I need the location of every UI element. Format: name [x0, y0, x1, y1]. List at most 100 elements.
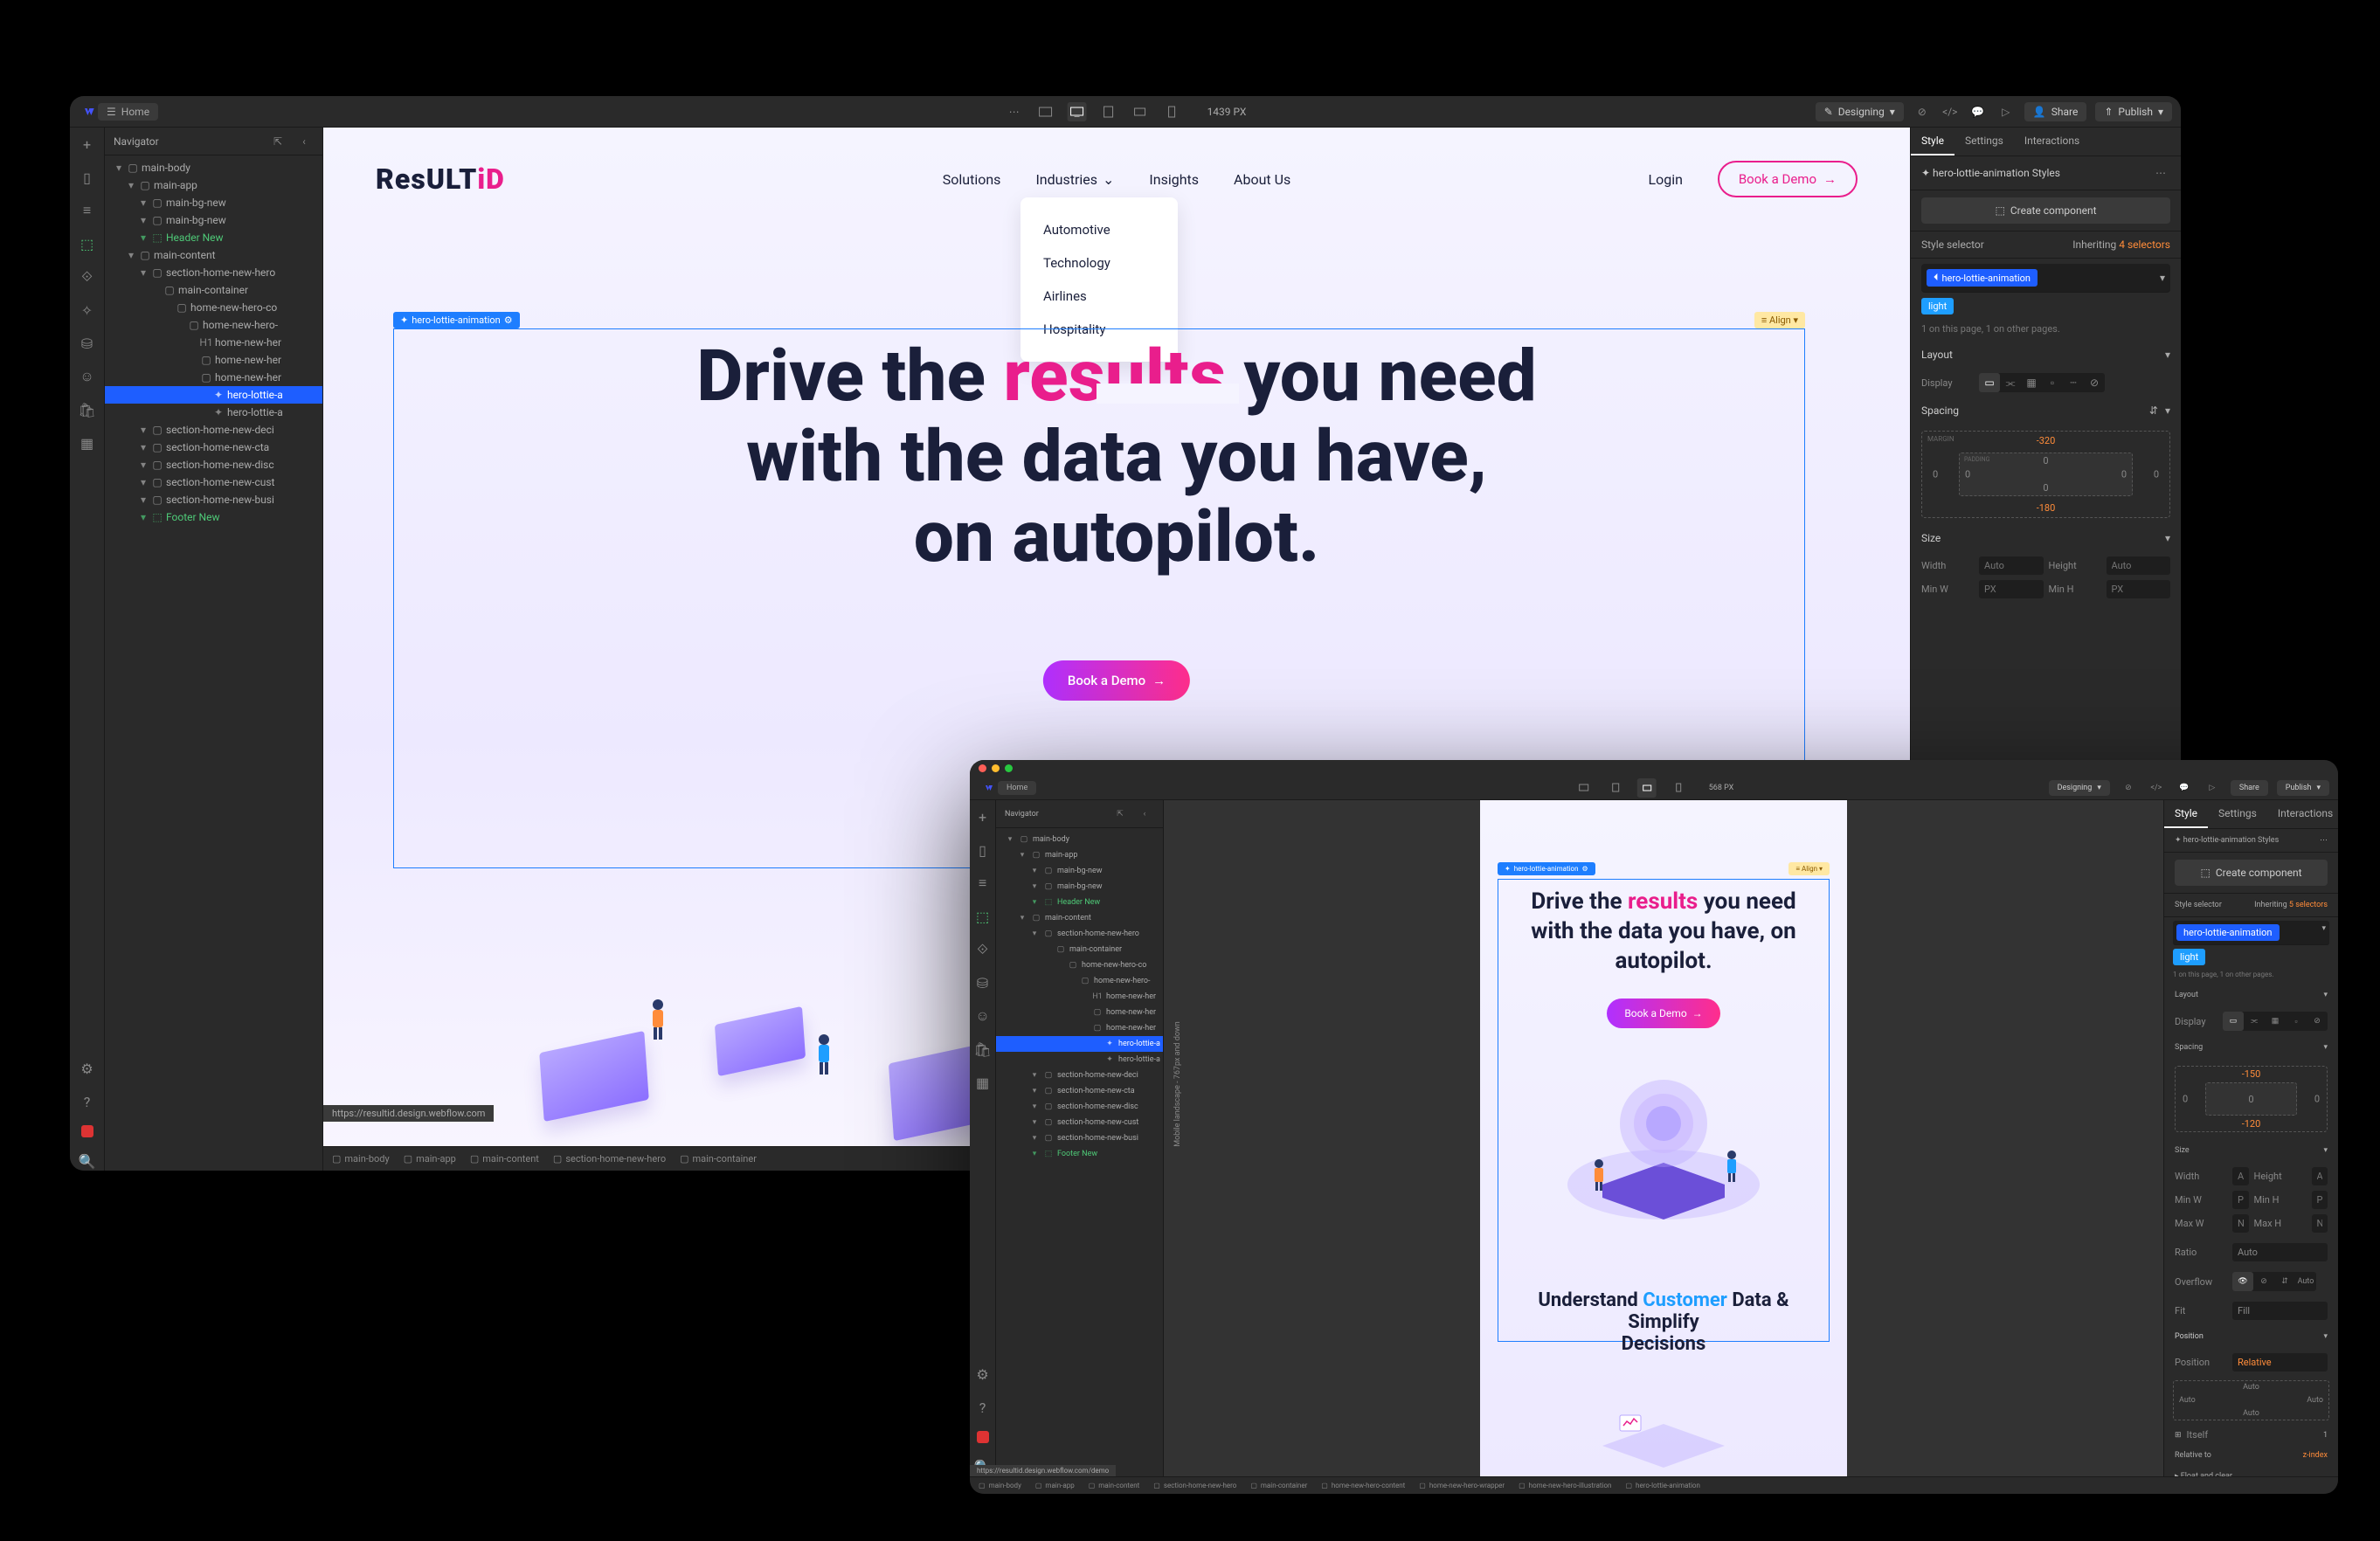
tree-item[interactable]: ▢home-new-her	[105, 369, 322, 386]
navigator-tree[interactable]: ▾ ▢main-body▾ ▢main-app▾ ▢main-bg-new▾ ▢…	[105, 155, 322, 1171]
tree-item[interactable]: ▾ ▢section-home-new-deci	[105, 421, 322, 439]
pos-top[interactable]: Auto	[2243, 1383, 2259, 1392]
breadcrumb-item[interactable]: ▢ home-new-hero-content	[1321, 1482, 1405, 1489]
navigator-icon[interactable]: ≡	[78, 201, 97, 220]
spacing-editor[interactable]: MARGIN -320 -180 0 0 PADDING 0 0 0 0	[1921, 431, 2170, 518]
breakpoint-desktop-icon[interactable]	[1068, 102, 1087, 121]
preview-icon[interactable]: ▷	[2203, 778, 2222, 798]
display-inline-block-icon[interactable]: ▫	[2042, 373, 2063, 392]
display-segmented[interactable]: ▭⫘▦▫⊘	[2223, 1012, 2328, 1031]
traffic-min-icon[interactable]	[992, 764, 1000, 772]
margin-left-value[interactable]: 0	[2183, 1094, 2188, 1105]
ecommerce-icon[interactable]: 🛍	[78, 400, 97, 419]
preview-icon[interactable]: ▷	[1996, 102, 2016, 121]
navigator-icon[interactable]: ≡	[973, 874, 993, 893]
style-tab[interactable]: Interactions	[2267, 800, 2338, 828]
display-block-icon[interactable]: ▭	[2223, 1012, 2244, 1031]
tree-item[interactable]: ▾ ▢section-home-new-disc	[105, 456, 322, 473]
z-value[interactable]: 1	[2323, 1431, 2328, 1440]
add-element-icon[interactable]: +	[973, 807, 993, 826]
breadcrumb-item[interactable]: ▢ main-container	[680, 1153, 757, 1164]
tree-item[interactable]: ▾ ▢main-content	[105, 246, 322, 264]
collapse-icon[interactable]: ‹	[1135, 805, 1154, 824]
create-component-button[interactable]: ⬚Create component	[1921, 197, 2170, 224]
tree-item[interactable]: ▾ ▢section-home-new-cta	[105, 439, 322, 456]
style-tab[interactable]: Settings	[1955, 128, 2014, 155]
comment-icon[interactable]: 💬	[2175, 778, 2194, 798]
tree-item[interactable]: ▾ ▢section-home-new-cust	[105, 473, 322, 491]
position-editor[interactable]: Auto Auto Auto Auto	[2173, 1380, 2329, 1420]
help-icon[interactable]: ?	[973, 1398, 993, 1417]
cms-icon[interactable]: ⛁	[973, 973, 993, 992]
publish-button[interactable]: Publish ▾	[2277, 780, 2329, 796]
breadcrumb-item[interactable]: ▢ section-home-new-hero	[1153, 1482, 1236, 1489]
margin-top-value[interactable]: -320	[2037, 435, 2056, 446]
padding-right-value[interactable]: 0	[2121, 469, 2127, 480]
designing-mode-button[interactable]: Designing ▾	[2049, 780, 2110, 796]
display-grid-icon[interactable]: ▦	[2021, 373, 2042, 392]
chevron-down-icon[interactable]: ▾	[2160, 272, 2165, 284]
display-inline-icon[interactable]: ▫	[2286, 1012, 2307, 1031]
more-icon[interactable]: ⋯	[2320, 836, 2328, 845]
selector-input[interactable]: ⏴hero-lottie-animation ▾	[1921, 264, 2170, 293]
variables-icon[interactable]: ⟐	[973, 940, 993, 959]
tree-item[interactable]: ▾ ⬚Footer New	[996, 1146, 1163, 1162]
padding-bottom-value[interactable]: 0	[2043, 482, 2048, 494]
zindex-label[interactable]: z-index	[2303, 1451, 2328, 1460]
nav-link[interactable]: About Us	[1234, 171, 1290, 188]
nav-link[interactable]: Solutions	[943, 171, 1001, 188]
variables-icon[interactable]: ⟐	[78, 267, 97, 287]
margin-right-value[interactable]: 0	[2314, 1094, 2320, 1105]
users-icon[interactable]: ☺	[973, 1006, 993, 1026]
overflow-auto-icon[interactable]: Auto	[2295, 1272, 2316, 1291]
tree-item[interactable]: ▢home-new-hero-co	[996, 957, 1163, 973]
tree-item[interactable]: ▾ ▢section-home-new-busi	[105, 491, 322, 508]
display-block-icon[interactable]: ▭	[1979, 373, 2000, 392]
add-element-icon[interactable]: +	[78, 135, 97, 154]
overflow-hidden-icon[interactable]: ⊘	[2253, 1272, 2274, 1291]
breakpoint-large-icon[interactable]	[1036, 102, 1055, 121]
audit-icon[interactable]	[977, 1431, 989, 1443]
mobile-cta-button[interactable]: Book a Demo →	[1607, 999, 1719, 1028]
tree-item[interactable]: ▾ ▢main-bg-new	[996, 879, 1163, 895]
size-section-header[interactable]: Size▾	[1911, 525, 2181, 551]
tree-item[interactable]: ▾ ▢section-home-new-hero	[105, 264, 322, 281]
breakpoint-tablet-icon[interactable]	[1606, 778, 1625, 798]
designing-mode-button[interactable]: ✎Designing▾	[1816, 102, 1904, 121]
audit-icon[interactable]	[81, 1125, 93, 1137]
page-selector[interactable]: ☰ Home	[98, 103, 158, 121]
spacing-editor[interactable]: -150 -120 0 0 0	[2175, 1066, 2328, 1132]
breakpoint-tablet-icon[interactable]	[1099, 102, 1118, 121]
minw-input[interactable]	[2232, 1191, 2249, 1209]
tree-item[interactable]: ▢home-new-hero-	[105, 316, 322, 334]
tree-item[interactable]: ▾ ▢section-home-new-cta	[996, 1083, 1163, 1099]
ecommerce-icon[interactable]: 🛍	[973, 1040, 993, 1059]
style-tab[interactable]: Style	[1911, 128, 1955, 155]
pages-icon[interactable]: ▯	[973, 840, 993, 860]
tree-item[interactable]: ▾ ▢section-home-new-deci	[996, 1068, 1163, 1083]
tree-item[interactable]: ✦hero-lottie-a	[105, 404, 322, 421]
state-chip[interactable]: light	[2173, 949, 2205, 965]
breakpoint-desktop-icon[interactable]	[1574, 778, 1594, 798]
display-segmented[interactable]: ▭ ⫘ ▦ ▫ ┄ ⊘	[1979, 373, 2105, 392]
settings-icon[interactable]: ⚙	[78, 1059, 97, 1078]
tree-item[interactable]: ▾ ▢main-app	[996, 847, 1163, 863]
cms-icon[interactable]: ⛁	[78, 334, 97, 353]
display-inline-icon[interactable]: ┄	[2063, 373, 2084, 392]
style-tab[interactable]: Settings	[2208, 800, 2267, 828]
pin-icon[interactable]: ⇱	[268, 132, 287, 151]
breadcrumb-item[interactable]: ▢ main-content	[470, 1153, 539, 1164]
pages-icon[interactable]: ▯	[78, 168, 97, 187]
comment-icon[interactable]: 💬	[1968, 102, 1988, 121]
breadcrumb-item[interactable]: ▢ section-home-new-hero	[553, 1153, 666, 1164]
tree-item[interactable]: ▢home-new-her	[105, 351, 322, 369]
overflow-scroll-icon[interactable]: ⇵	[2274, 1272, 2295, 1291]
minw-input[interactable]	[1979, 580, 2044, 598]
tree-item[interactable]: ▾ ⬚Header New	[105, 229, 322, 246]
inheriting-count[interactable]: 4 selectors	[2119, 238, 2170, 251]
tree-item[interactable]: ✦hero-lottie-a	[996, 1052, 1163, 1068]
maxh-input[interactable]	[2312, 1214, 2328, 1233]
tree-item[interactable]: ▾ ▢main-bg-new	[996, 863, 1163, 879]
align-label[interactable]: ≡ Align ▾	[1754, 312, 1805, 328]
tree-item[interactable]: ▾ ▢section-home-new-busi	[996, 1130, 1163, 1146]
